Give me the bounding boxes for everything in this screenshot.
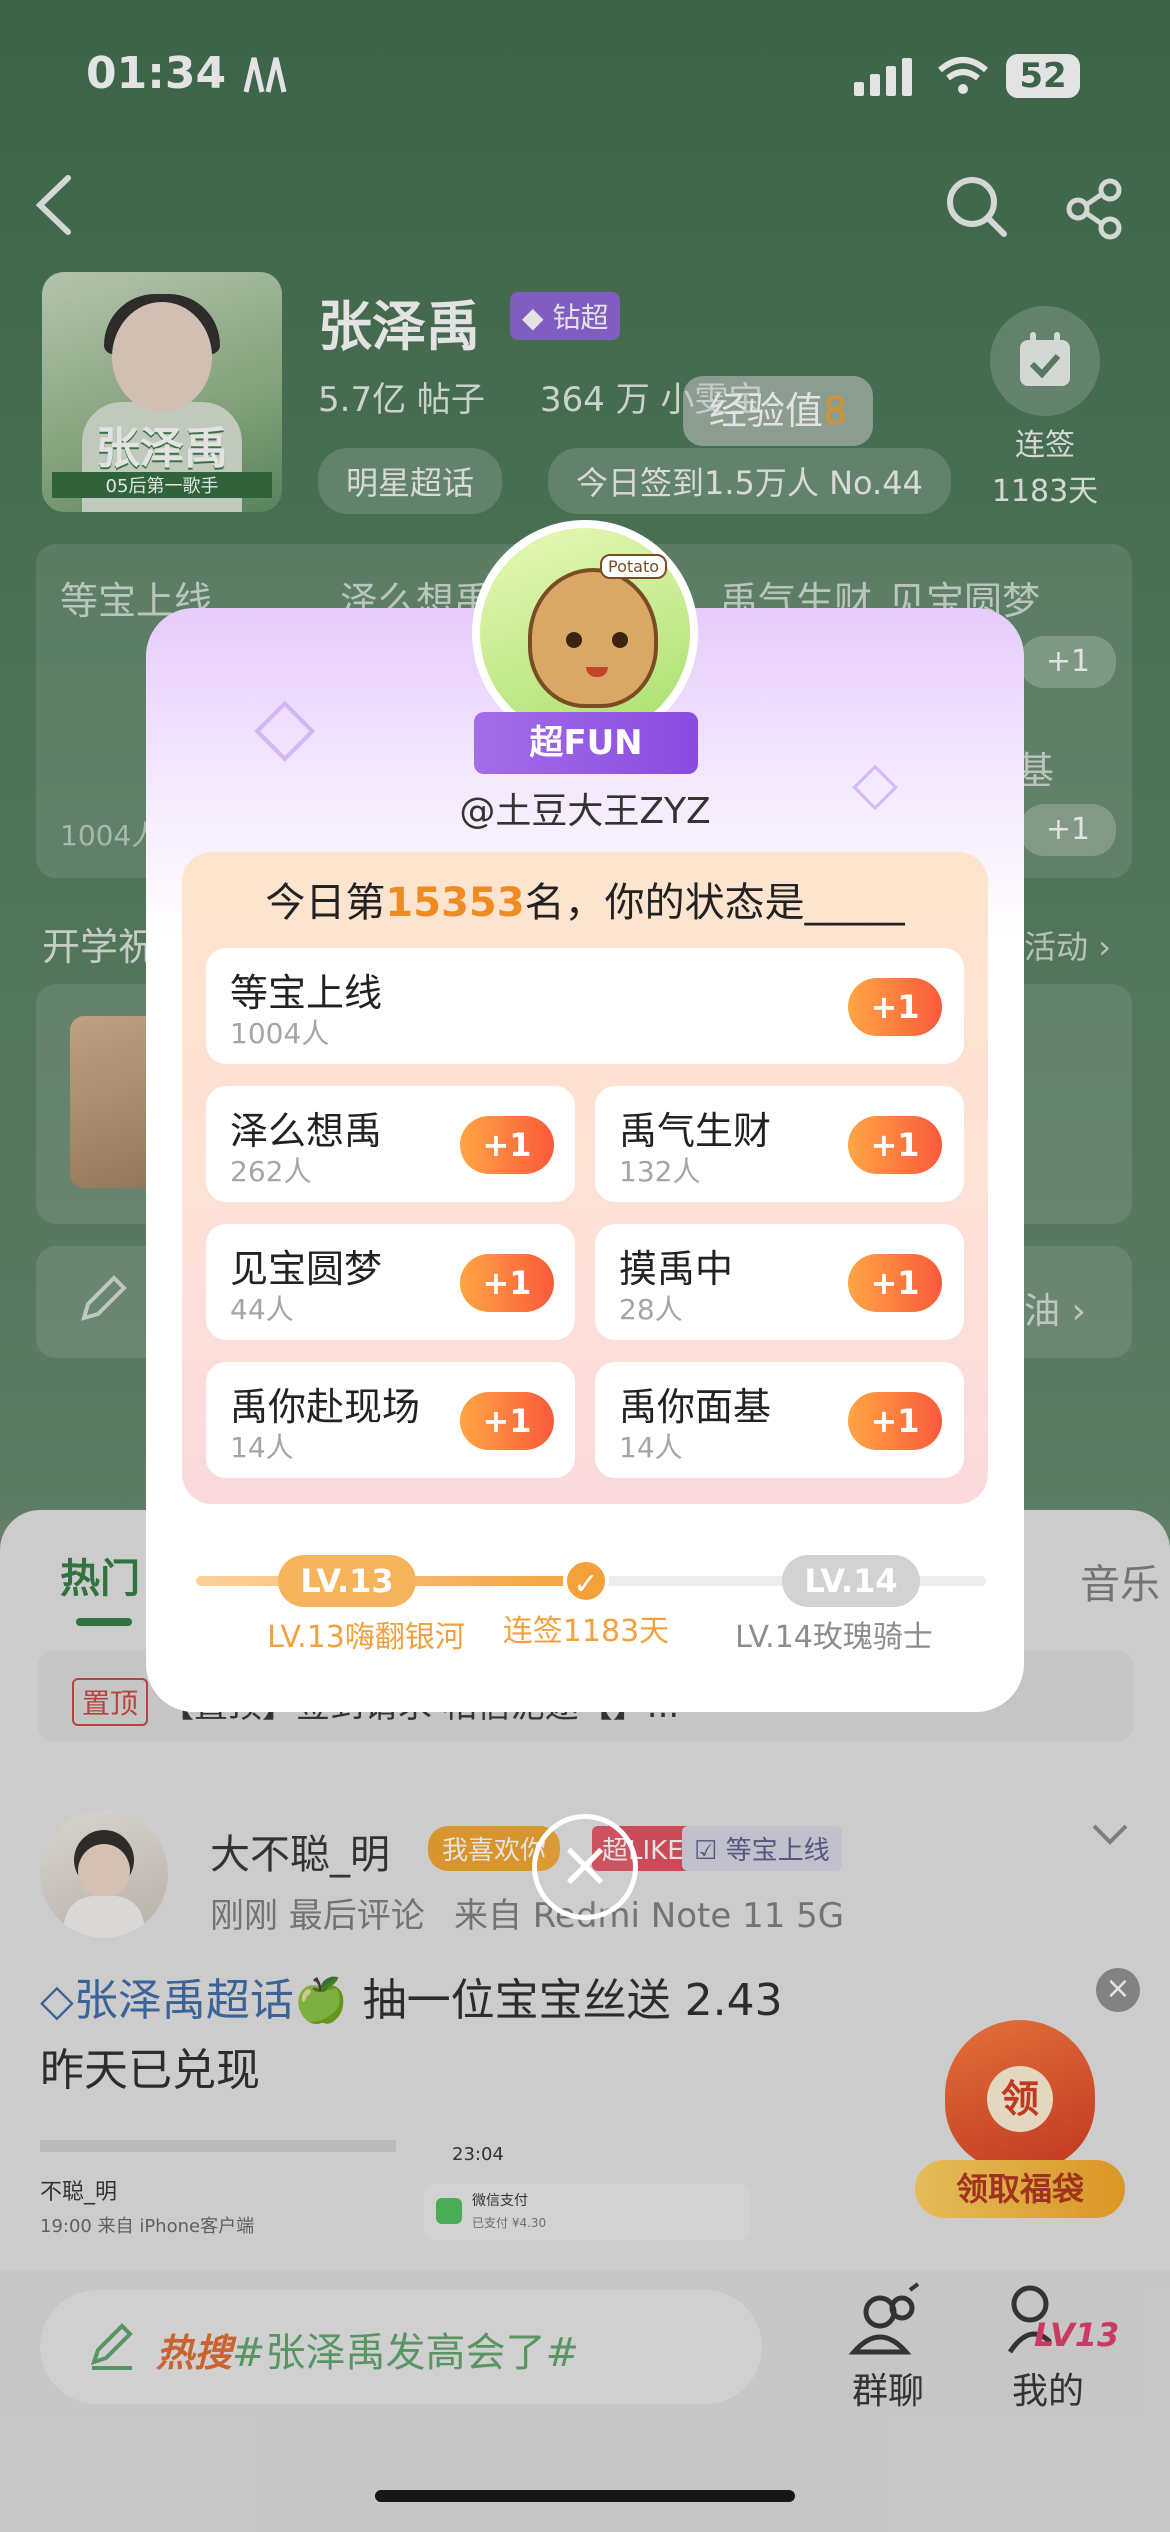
status-count: 28人 <box>619 1293 683 1326</box>
chao-fun-badge: 超FUN <box>474 712 698 774</box>
status-name: 见宝圆梦 <box>230 1247 383 1291</box>
status-name: 禹你面基 <box>619 1385 772 1429</box>
plus-one-button[interactable]: +1 <box>848 978 942 1036</box>
status-option[interactable]: 禹气生财 132人 +1 <box>595 1086 964 1202</box>
potato-avatar-icon <box>528 568 658 708</box>
status-count: 14人 <box>230 1431 294 1464</box>
status-option[interactable]: 摸禹中 28人 +1 <box>595 1224 964 1340</box>
diamond-decoration-icon: ◇ <box>254 678 316 771</box>
status-name: 禹你赴现场 <box>230 1385 421 1429</box>
avatar-tag: Potato <box>600 554 668 579</box>
status-name: 禹气生财 <box>619 1109 772 1153</box>
status-count: 262人 <box>230 1155 312 1188</box>
status-count: 14人 <box>619 1431 683 1464</box>
streak-label: 连签1183天 <box>502 1614 670 1649</box>
plus-one-button[interactable]: +1 <box>460 1116 554 1174</box>
status-count: 132人 <box>619 1155 701 1188</box>
rank-number: 15353 <box>385 880 525 926</box>
current-level-pill: LV.13 <box>278 1555 416 1607</box>
plus-one-button[interactable]: +1 <box>460 1254 554 1312</box>
status-option[interactable]: 见宝圆梦 44人 +1 <box>206 1224 575 1340</box>
plus-one-button[interactable]: +1 <box>848 1254 942 1312</box>
next-level-name: LV.14玫瑰骑士 <box>735 1620 933 1655</box>
next-level-pill: LV.14 <box>782 1555 920 1607</box>
status-option[interactable]: 等宝上线 1004人 +1 <box>206 948 964 1064</box>
rank-title: 今日第15353名，你的状态是_____ <box>265 880 905 926</box>
plus-one-button[interactable]: +1 <box>848 1392 942 1450</box>
plus-one-button[interactable]: +1 <box>460 1392 554 1450</box>
status-option[interactable]: 泽么想禹 262人 +1 <box>206 1086 575 1202</box>
status-option[interactable]: 禹你赴现场 14人 +1 <box>206 1362 575 1478</box>
status-option[interactable]: 禹你面基 14人 +1 <box>595 1362 964 1478</box>
status-count: 1004人 <box>230 1017 330 1050</box>
close-modal-button[interactable]: × <box>532 1814 638 1920</box>
status-name: 等宝上线 <box>230 971 383 1015</box>
status-name: 摸禹中 <box>619 1247 734 1291</box>
plus-one-button[interactable]: +1 <box>848 1116 942 1174</box>
status-name: 泽么想禹 <box>230 1109 383 1153</box>
modal-username: @土豆大王ZYZ <box>459 791 711 832</box>
status-count: 44人 <box>230 1293 294 1326</box>
streak-check-icon: ✓ <box>563 1558 609 1604</box>
